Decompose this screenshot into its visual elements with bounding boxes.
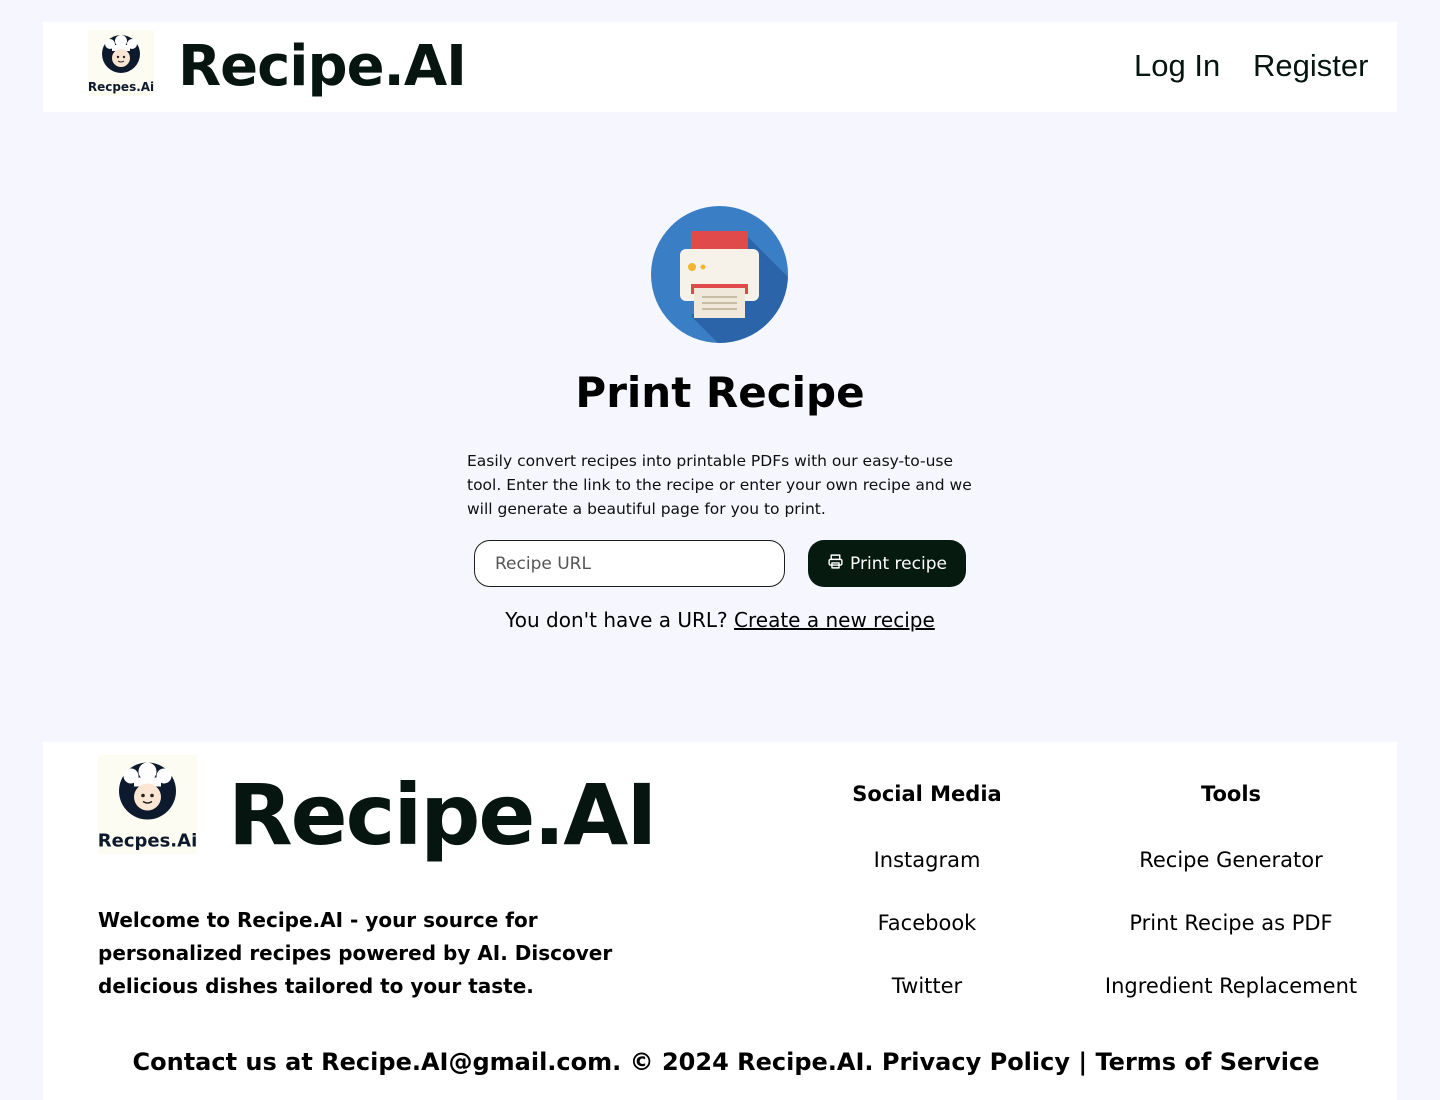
brand-title[interactable]: Recipe.AI bbox=[178, 32, 467, 102]
login-link[interactable]: Log In bbox=[1134, 48, 1220, 84]
no-url-text: You don't have a URL? bbox=[505, 608, 728, 632]
instagram-link[interactable]: Instagram bbox=[801, 845, 1053, 875]
footer-contact: Contact us at Recipe.AI@gmail.com. © 202… bbox=[132, 1048, 1320, 1076]
chef-logo-icon: Recpes.Ai bbox=[98, 755, 197, 854]
no-url-prompt: You don't have a URL? Create a new recip… bbox=[0, 608, 1440, 632]
page-title: Print Recipe bbox=[575, 368, 865, 417]
social-media-heading: Social Media bbox=[852, 782, 1002, 806]
recipe-generator-link[interactable]: Recipe Generator bbox=[1083, 845, 1379, 875]
social-media-column: Social Media Instagram Facebook Twitter bbox=[801, 782, 1053, 1001]
print-button-label: Print recipe bbox=[850, 553, 947, 574]
twitter-link[interactable]: Twitter bbox=[801, 971, 1053, 1001]
footer-about-text: Welcome to Recipe.AI - your source for p… bbox=[98, 908, 613, 998]
footer-brand-title: Recipe.AI bbox=[228, 766, 658, 864]
svg-text:Recpes.Ai: Recpes.Ai bbox=[88, 80, 154, 94]
site-footer: Recpes.Ai Recipe.AI Welcome to Recipe.AI… bbox=[43, 742, 1397, 1100]
chef-logo-icon[interactable]: Recpes.Ai bbox=[88, 30, 154, 96]
recipe-url-input[interactable] bbox=[474, 540, 785, 587]
print-recipe-pdf-link[interactable]: Print Recipe as PDF bbox=[1083, 908, 1379, 938]
tool-description: Easily convert recipes into printable PD… bbox=[467, 452, 972, 518]
ingredient-replacement-link[interactable]: Ingredient Replacement bbox=[1083, 971, 1379, 1001]
print-recipe-button[interactable]: Print recipe bbox=[808, 540, 966, 587]
create-recipe-link[interactable]: Create a new recipe bbox=[734, 608, 935, 632]
svg-text:Recpes.Ai: Recpes.Ai bbox=[98, 831, 197, 852]
tools-column: Tools Recipe Generator Print Recipe as P… bbox=[1083, 782, 1379, 1001]
register-link[interactable]: Register bbox=[1253, 48, 1368, 84]
printer-icon bbox=[651, 206, 788, 343]
printer-icon bbox=[827, 553, 844, 575]
site-header: Recpes.Ai Recipe.AI Log In Register bbox=[43, 22, 1397, 112]
facebook-link[interactable]: Facebook bbox=[801, 908, 1053, 938]
tools-heading: Tools bbox=[1200, 782, 1262, 806]
